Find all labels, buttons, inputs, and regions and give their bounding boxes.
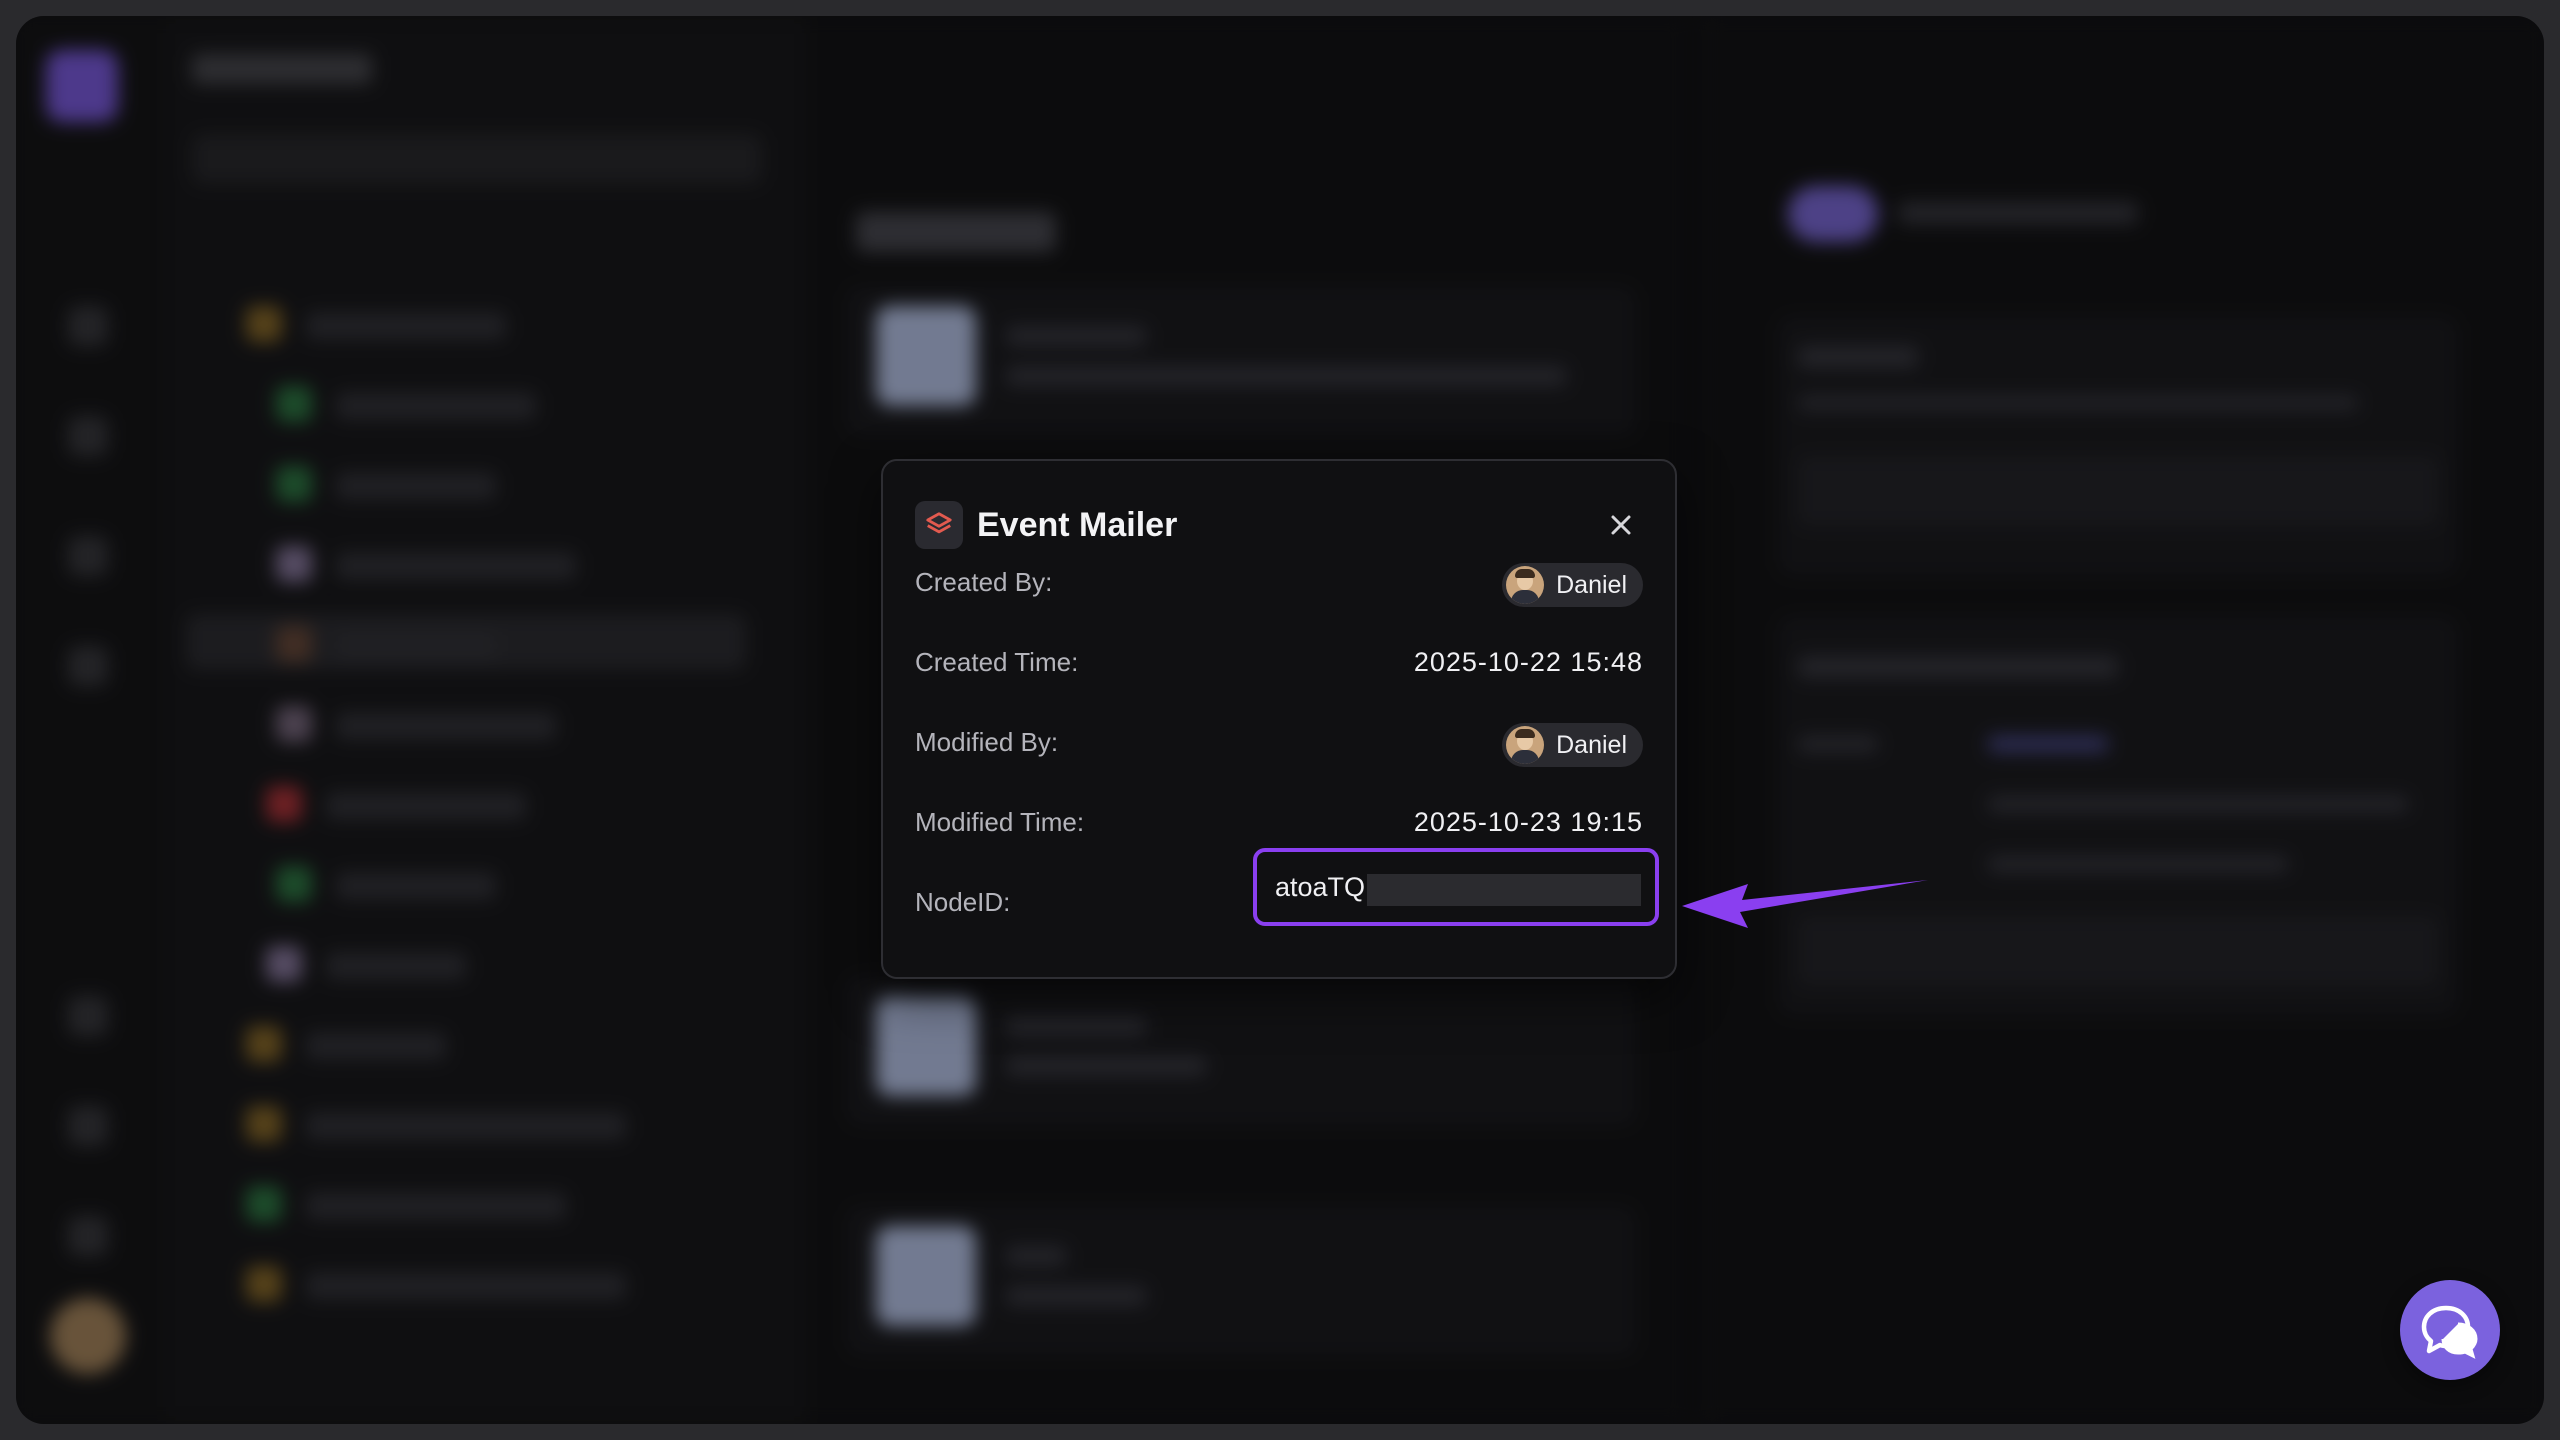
user-chip[interactable]: Daniel xyxy=(1502,723,1643,767)
node-id-value[interactable]: atoaTQ! xyxy=(1275,852,1373,922)
node-info-popup: Event Mailer Created By: Daniel Created … xyxy=(881,459,1677,979)
user-name: Daniel xyxy=(1556,730,1627,759)
modified-by-label: Modified By: xyxy=(915,727,1059,757)
avatar xyxy=(1506,726,1545,764)
node-id-label: NodeID: xyxy=(915,887,1011,917)
user-chip[interactable]: Daniel xyxy=(1502,563,1643,607)
annotation-arrow-icon xyxy=(1682,880,1928,928)
created-by-label: Created By: xyxy=(915,567,1053,597)
chat-support-button[interactable] xyxy=(2400,1280,2500,1380)
modified-time-label: Modified Time: xyxy=(915,807,1085,837)
created-time-row: Created Time: 2025-10-22 15:48 xyxy=(915,637,1643,687)
created-by-row: Created By: Daniel xyxy=(915,557,1643,607)
user-name: Daniel xyxy=(1556,570,1627,599)
popup-title: Event Mailer xyxy=(977,505,1178,544)
created-time-value: 2025-10-22 15:48 xyxy=(1413,647,1643,677)
chat-bubble-icon xyxy=(2421,1305,2478,1359)
avatar xyxy=(1506,566,1545,604)
created-time-label: Created Time: xyxy=(915,647,1079,677)
modified-time-row: Modified Time: 2025-10-23 19:15 xyxy=(915,797,1643,847)
close-icon[interactable] xyxy=(1605,509,1637,541)
node-id-highlight[interactable]: atoaTQ! xyxy=(1253,848,1659,926)
redaction-bar xyxy=(1367,874,1641,906)
modified-by-row: Modified By: Daniel xyxy=(915,717,1643,767)
stack-layers-icon xyxy=(915,501,963,549)
popup-header: Event Mailer xyxy=(915,501,1177,549)
modified-time-value: 2025-10-23 19:15 xyxy=(1413,807,1643,837)
node-id-row: NodeID: atoaTQ! xyxy=(915,848,1659,927)
